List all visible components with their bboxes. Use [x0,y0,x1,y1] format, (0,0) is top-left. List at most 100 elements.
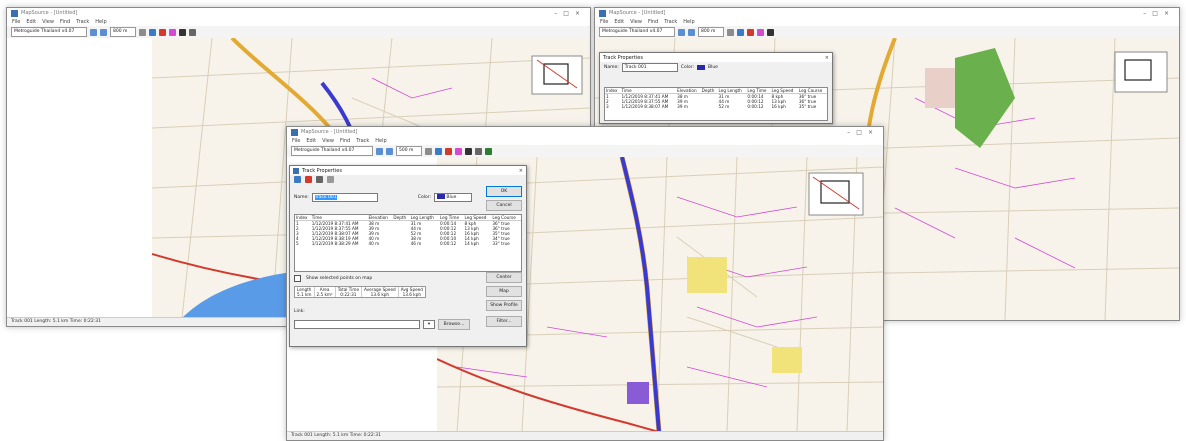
name-label: Name: [294,195,309,200]
menu-item[interactable]: Find [340,138,350,144]
window-title-bar[interactable]: MapSource - [Untitled] –□× [595,8,1179,18]
map-product-select[interactable]: Metroguide Thailand v4.07 [599,27,675,37]
color-label: Color: [680,65,694,70]
table-cell: 3 [606,104,609,109]
measure-tool-icon[interactable] [465,147,472,155]
menu-item[interactable]: View [322,138,334,144]
track-points-table[interactable]: Index Time Elevation Depth Leg Length Leg Tim… [604,87,828,121]
send-device-icon[interactable] [475,147,482,155]
window-controls-icon[interactable]: –□× [1143,10,1175,17]
insert-point-icon[interactable] [294,176,301,183]
table-cell: 1/12/2019 8:38:07 AM [621,104,669,109]
hand-tool-icon[interactable] [737,28,744,36]
select-tool-icon[interactable] [139,28,146,36]
color-swatch [436,194,445,199]
select-tool-icon[interactable] [425,147,432,155]
window-title-bar[interactable]: MapSource - [Untitled] –□× [7,8,590,18]
menu-bar: File Edit View Find Track Help [595,18,1179,26]
menu-item[interactable]: Edit [614,19,624,25]
menu-item[interactable]: File [292,138,300,144]
window-controls-icon[interactable]: –□× [847,129,879,136]
cancel-button[interactable]: Cancel [486,200,522,211]
zoom-out-icon[interactable] [100,28,107,36]
menu-item[interactable]: Track [356,138,369,144]
menu-item[interactable]: Help [95,19,106,25]
menu-item[interactable]: View [630,19,642,25]
zoom-out-icon[interactable] [688,28,695,36]
menu-item[interactable]: Edit [26,19,36,25]
dialog-title-bar[interactable]: Track Properties × [290,166,526,175]
waypoint-tool-icon[interactable] [445,147,452,155]
stat-avg-speed: Avg Speed 13.6 kph [399,287,425,297]
mapsource-window-front: MapSource - [Untitled] –□× File Edit Vie… [286,126,884,441]
menu-item[interactable]: Find [60,19,70,25]
zoom-select[interactable]: 800 m [698,27,724,37]
route-tool-icon[interactable] [757,28,764,36]
table-cell: 14 kph [464,241,479,246]
menu-item[interactable]: Help [375,138,386,144]
name-field[interactable]: Track 001 [621,63,678,72]
browse-button[interactable]: Browse... [438,319,470,330]
menu-bar: File Edit View Find Track Help [287,137,883,145]
link-input[interactable] [294,320,420,329]
route-tool-icon[interactable] [169,28,176,36]
ok-button[interactable]: OK [486,186,522,197]
menu-item[interactable]: Find [648,19,658,25]
menu-item[interactable]: File [12,19,20,25]
measure-tool-icon[interactable] [179,28,186,36]
close-icon[interactable]: × [519,168,523,174]
route-tool-icon[interactable] [455,147,462,155]
zoom-in-icon[interactable] [678,28,685,36]
window-title: MapSource - [Untitled] [609,10,666,16]
hand-tool-icon[interactable] [149,28,156,36]
table-cell: 52 m [718,104,730,109]
receive-device-icon[interactable] [485,147,492,155]
filter-button[interactable]: Filter... [486,316,522,327]
center-button[interactable]: Center [486,272,522,283]
window-controls-icon[interactable]: –□× [554,10,586,17]
track-points-table[interactable]: Index Time Elevation Depth Leg Length Leg Tim… [294,214,522,272]
link-label-row: Link: [290,308,309,315]
zoom-out-icon[interactable] [386,147,393,155]
menu-item[interactable]: Help [683,19,694,25]
window-title-bar[interactable]: MapSource - [Untitled] –□× [287,127,883,137]
link-dropdown-icon[interactable]: ▾ [423,320,435,329]
waypoint-tool-icon[interactable] [159,28,166,36]
select-tool-icon[interactable] [727,28,734,36]
hand-tool-icon[interactable] [435,147,442,155]
table-row[interactable]: 3 1/12/2019 8:38:07 AM 39 m 52 m 0:00:12 16 k… [605,104,827,109]
measure-tool-icon[interactable] [767,28,774,36]
menu-item[interactable]: View [42,19,54,25]
zoom-in-icon[interactable] [90,28,97,36]
menu-item[interactable]: Edit [306,138,316,144]
column-header[interactable]: Elevation [676,88,701,94]
dialog-title: Track Properties [603,54,643,61]
link-row: ▾ Browse... [290,318,474,331]
menu-item[interactable]: File [600,19,608,25]
menu-item[interactable]: Track [664,19,677,25]
color-value: Blue [446,195,457,200]
name-field[interactable]: Track 001 [311,193,378,202]
map-product-select[interactable]: Metroguide Thailand v4.07 [291,146,373,156]
zoom-select[interactable]: 500 m [396,146,422,156]
zoom-select[interactable]: 800 m [110,27,136,37]
stat-length: Length 5.1 km [295,287,315,297]
close-icon[interactable]: × [825,55,829,61]
reverse-icon[interactable] [316,176,323,183]
show-profile-button[interactable]: Show Profile [486,300,522,311]
show-selected-checkbox[interactable] [294,275,301,282]
color-value[interactable]: Blue [708,65,718,70]
print-icon[interactable] [327,176,334,183]
color-dropdown[interactable]: Blue [433,193,472,202]
delete-point-icon[interactable] [305,176,312,183]
zoom-in-icon[interactable] [376,147,383,155]
map-button[interactable]: Map [486,286,522,297]
table-cell: 35° true [798,104,817,109]
table-row[interactable]: 5 1/12/2019 8:38:29 AM 40 m 46 m 0:00:12 14 k… [295,241,521,246]
link-label: Link: [294,309,305,314]
map-product-select[interactable]: Metroguide Thailand v4.07 [11,27,87,37]
menu-item[interactable]: Track [76,19,89,25]
waypoint-tool-icon[interactable] [747,28,754,36]
dialog-title-bar[interactable]: Track Properties × [600,53,832,62]
send-device-icon[interactable] [189,28,196,36]
